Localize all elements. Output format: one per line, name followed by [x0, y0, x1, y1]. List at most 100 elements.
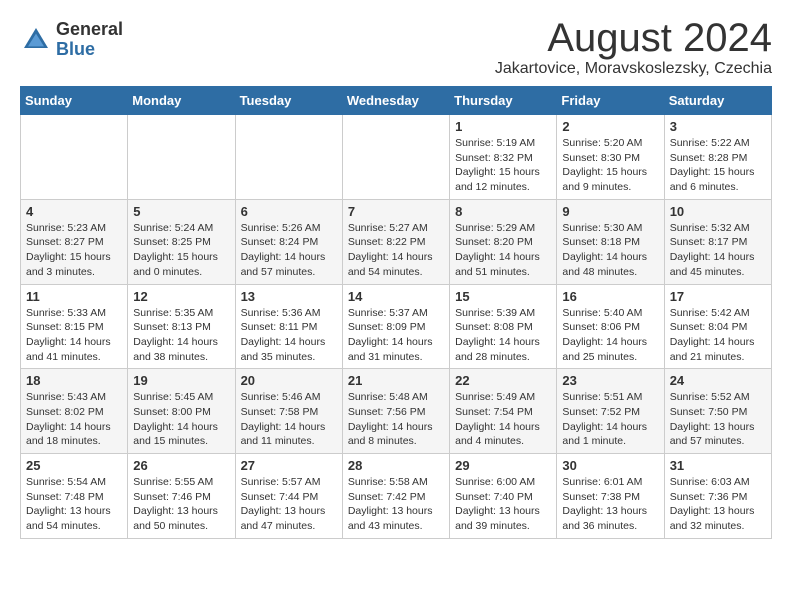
calendar-cell: 28 Sunrise: 5:58 AM Sunset: 7:42 PM Dayli… [342, 454, 449, 539]
logo: General Blue [20, 20, 123, 60]
calendar-cell [235, 115, 342, 200]
logo-blue-text: Blue [56, 40, 123, 60]
weekday-header-thursday: Thursday [450, 87, 557, 115]
day-number: 5 [133, 204, 229, 219]
day-number: 27 [241, 458, 337, 473]
day-number: 4 [26, 204, 122, 219]
day-info: Sunrise: 6:01 AM Sunset: 7:38 PM Dayligh… [562, 475, 658, 534]
day-number: 3 [670, 119, 766, 134]
calendar-cell: 25 Sunrise: 5:54 AM Sunset: 7:48 PM Dayli… [21, 454, 128, 539]
calendar-cell: 10Sunrise: 5:32 AM Sunset: 8:17 PM Dayli… [664, 199, 771, 284]
calendar-cell: 16Sunrise: 5:40 AM Sunset: 8:06 PM Dayli… [557, 284, 664, 369]
day-info: Sunrise: 5:26 AM Sunset: 8:24 PM Dayligh… [241, 221, 337, 280]
calendar-cell: 26 Sunrise: 5:55 AM Sunset: 7:46 PM Dayli… [128, 454, 235, 539]
day-info: Sunrise: 5:33 AM Sunset: 8:15 PM Dayligh… [26, 306, 122, 365]
calendar-cell: 11Sunrise: 5:33 AM Sunset: 8:15 PM Dayli… [21, 284, 128, 369]
calendar-cell: 23 Sunrise: 5:51 AM Sunset: 7:52 PM Dayli… [557, 369, 664, 454]
day-info: Sunrise: 5:46 AM Sunset: 7:58 PM Dayligh… [241, 390, 337, 449]
calendar-cell: 7 Sunrise: 5:27 AM Sunset: 8:22 PM Daylig… [342, 199, 449, 284]
calendar-week-1: 1Sunrise: 5:19 AM Sunset: 8:32 PM Daylig… [21, 115, 772, 200]
day-info: Sunrise: 6:03 AM Sunset: 7:36 PM Dayligh… [670, 475, 766, 534]
calendar-cell: 4Sunrise: 5:23 AM Sunset: 8:27 PM Daylig… [21, 199, 128, 284]
calendar-cell: 30 Sunrise: 6:01 AM Sunset: 7:38 PM Dayli… [557, 454, 664, 539]
day-number: 8 [455, 204, 551, 219]
day-info: Sunrise: 5:54 AM Sunset: 7:48 PM Dayligh… [26, 475, 122, 534]
calendar-cell: 14 Sunrise: 5:37 AM Sunset: 8:09 PM Dayli… [342, 284, 449, 369]
day-number: 23 [562, 373, 658, 388]
calendar-cell: 21Sunrise: 5:48 AM Sunset: 7:56 PM Dayli… [342, 369, 449, 454]
day-number: 21 [348, 373, 444, 388]
day-number: 13 [241, 289, 337, 304]
day-info: Sunrise: 5:37 AM Sunset: 8:09 PM Dayligh… [348, 306, 444, 365]
day-info: Sunrise: 5:24 AM Sunset: 8:25 PM Dayligh… [133, 221, 229, 280]
day-info: Sunrise: 5:51 AM Sunset: 7:52 PM Dayligh… [562, 390, 658, 449]
calendar-cell: 15 Sunrise: 5:39 AM Sunset: 8:08 PM Dayli… [450, 284, 557, 369]
day-number: 24 [670, 373, 766, 388]
day-number: 26 [133, 458, 229, 473]
day-number: 9 [562, 204, 658, 219]
calendar-table: SundayMondayTuesdayWednesdayThursdayFrid… [20, 86, 772, 539]
calendar-cell: 29 Sunrise: 6:00 AM Sunset: 7:40 PM Dayli… [450, 454, 557, 539]
day-number: 25 [26, 458, 122, 473]
day-number: 18 [26, 373, 122, 388]
weekday-header-tuesday: Tuesday [235, 87, 342, 115]
day-number: 14 [348, 289, 444, 304]
day-info: Sunrise: 5:40 AM Sunset: 8:06 PM Dayligh… [562, 306, 658, 365]
day-info: Sunrise: 5:27 AM Sunset: 8:22 PM Dayligh… [348, 221, 444, 280]
day-number: 7 [348, 204, 444, 219]
day-number: 29 [455, 458, 551, 473]
calendar-week-5: 25 Sunrise: 5:54 AM Sunset: 7:48 PM Dayli… [21, 454, 772, 539]
weekday-header-friday: Friday [557, 87, 664, 115]
calendar-cell: 1Sunrise: 5:19 AM Sunset: 8:32 PM Daylig… [450, 115, 557, 200]
calendar-cell [128, 115, 235, 200]
day-number: 20 [241, 373, 337, 388]
calendar-cell: 9 Sunrise: 5:30 AM Sunset: 8:18 PM Daylig… [557, 199, 664, 284]
calendar-cell: 12Sunrise: 5:35 AM Sunset: 8:13 PM Dayli… [128, 284, 235, 369]
day-info: Sunrise: 5:20 AM Sunset: 8:30 PM Dayligh… [562, 136, 658, 195]
calendar-cell: 18 Sunrise: 5:43 AM Sunset: 8:02 PM Dayli… [21, 369, 128, 454]
day-number: 2 [562, 119, 658, 134]
day-number: 1 [455, 119, 551, 134]
day-info: Sunrise: 5:52 AM Sunset: 7:50 PM Dayligh… [670, 390, 766, 449]
day-info: Sunrise: 5:35 AM Sunset: 8:13 PM Dayligh… [133, 306, 229, 365]
weekday-header-row: SundayMondayTuesdayWednesdayThursdayFrid… [21, 87, 772, 115]
day-info: Sunrise: 5:45 AM Sunset: 8:00 PM Dayligh… [133, 390, 229, 449]
calendar-cell: 31Sunrise: 6:03 AM Sunset: 7:36 PM Dayli… [664, 454, 771, 539]
title-block: August 2024 Jakartovice, Moravskoslezsky… [495, 16, 772, 78]
calendar-cell: 27 Sunrise: 5:57 AM Sunset: 7:44 PM Dayli… [235, 454, 342, 539]
calendar-week-4: 18 Sunrise: 5:43 AM Sunset: 8:02 PM Dayli… [21, 369, 772, 454]
day-info: Sunrise: 5:42 AM Sunset: 8:04 PM Dayligh… [670, 306, 766, 365]
day-number: 6 [241, 204, 337, 219]
day-info: Sunrise: 5:58 AM Sunset: 7:42 PM Dayligh… [348, 475, 444, 534]
calendar-cell: 19 Sunrise: 5:45 AM Sunset: 8:00 PM Dayli… [128, 369, 235, 454]
day-info: Sunrise: 5:43 AM Sunset: 8:02 PM Dayligh… [26, 390, 122, 449]
day-info: Sunrise: 5:39 AM Sunset: 8:08 PM Dayligh… [455, 306, 551, 365]
calendar-cell [342, 115, 449, 200]
location-text: Jakartovice, Moravskoslezsky, Czechia [495, 60, 772, 78]
calendar-cell: 5 Sunrise: 5:24 AM Sunset: 8:25 PM Daylig… [128, 199, 235, 284]
day-number: 15 [455, 289, 551, 304]
day-number: 22 [455, 373, 551, 388]
day-info: Sunrise: 5:30 AM Sunset: 8:18 PM Dayligh… [562, 221, 658, 280]
day-number: 10 [670, 204, 766, 219]
calendar-cell: 8Sunrise: 5:29 AM Sunset: 8:20 PM Daylig… [450, 199, 557, 284]
calendar-cell: 17Sunrise: 5:42 AM Sunset: 8:04 PM Dayli… [664, 284, 771, 369]
logo-icon [20, 24, 52, 56]
calendar-cell: 3 Sunrise: 5:22 AM Sunset: 8:28 PM Daylig… [664, 115, 771, 200]
calendar-cell: 13Sunrise: 5:36 AM Sunset: 8:11 PM Dayli… [235, 284, 342, 369]
day-number: 19 [133, 373, 229, 388]
weekday-header-sunday: Sunday [21, 87, 128, 115]
calendar-cell: 2 Sunrise: 5:20 AM Sunset: 8:30 PM Daylig… [557, 115, 664, 200]
day-info: Sunrise: 5:55 AM Sunset: 7:46 PM Dayligh… [133, 475, 229, 534]
calendar-cell: 22 Sunrise: 5:49 AM Sunset: 7:54 PM Dayli… [450, 369, 557, 454]
weekday-header-monday: Monday [128, 87, 235, 115]
day-info: Sunrise: 5:49 AM Sunset: 7:54 PM Dayligh… [455, 390, 551, 449]
day-info: Sunrise: 6:00 AM Sunset: 7:40 PM Dayligh… [455, 475, 551, 534]
day-info: Sunrise: 5:57 AM Sunset: 7:44 PM Dayligh… [241, 475, 337, 534]
calendar-cell: 6 Sunrise: 5:26 AM Sunset: 8:24 PM Daylig… [235, 199, 342, 284]
day-number: 28 [348, 458, 444, 473]
month-title: August 2024 [495, 16, 772, 60]
day-info: Sunrise: 5:22 AM Sunset: 8:28 PM Dayligh… [670, 136, 766, 195]
day-number: 30 [562, 458, 658, 473]
weekday-header-wednesday: Wednesday [342, 87, 449, 115]
